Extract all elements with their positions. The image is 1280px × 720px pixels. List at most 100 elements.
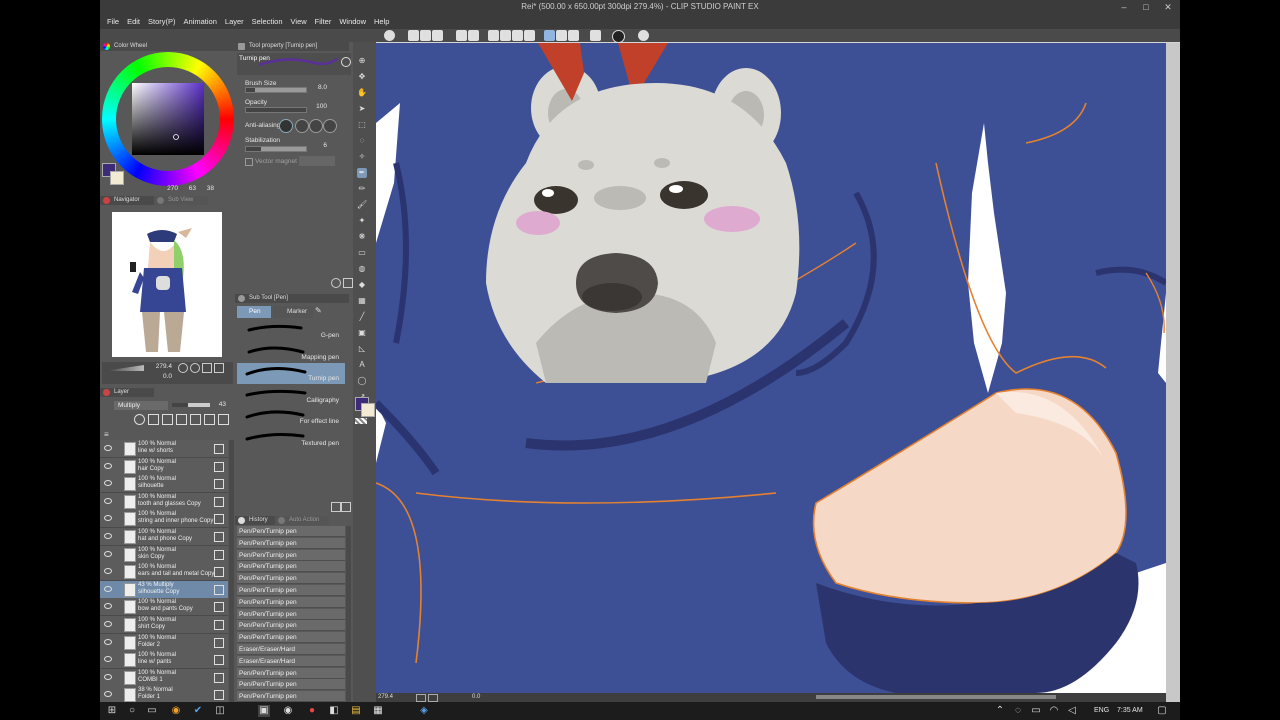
menu-view[interactable]: View (287, 14, 311, 29)
layer-visibility-icon[interactable] (104, 568, 112, 575)
blend-tool-icon[interactable]: ◍ (357, 264, 367, 274)
gradient-tool-icon[interactable]: ▦ (357, 296, 367, 306)
menu-window[interactable]: Window (335, 14, 370, 29)
history-item[interactable]: Pen/Pen/Turnip pen (237, 549, 345, 561)
layer-row[interactable]: 100 % Normal hair Copy (100, 457, 228, 476)
brush-item[interactable]: For effect line (237, 406, 345, 427)
canvas-vertical-scrollbar[interactable] (1166, 43, 1180, 702)
app-icon-4[interactable]: ▦ (372, 705, 384, 717)
clear-icon[interactable] (488, 30, 499, 41)
history-item[interactable]: Pen/Pen/Turnip pen (237, 608, 345, 620)
blend-mode-select[interactable]: Multiply (114, 401, 168, 410)
stabilization-slider[interactable] (245, 146, 307, 152)
toolbar-sub-color[interactable] (361, 403, 375, 417)
app-icon-1[interactable]: ◫ (214, 705, 226, 717)
snap-special-ruler-icon[interactable] (556, 30, 567, 41)
crop-icon[interactable] (524, 30, 535, 41)
brush-item[interactable]: G-pen (237, 320, 345, 341)
anti-aliasing-none-icon[interactable] (279, 119, 293, 133)
tool-property-tab[interactable]: Tool property [Turnip pen] (235, 42, 349, 51)
layer-row[interactable]: 100 % Normal line w/ shorts (100, 440, 228, 458)
history-item[interactable]: Pen/Pen/Turnip pen (237, 691, 345, 702)
tray-chevron-icon[interactable]: ⌃ (994, 705, 1006, 717)
layer-row[interactable]: 100 % Normal Folder 2 (100, 633, 228, 652)
deselect-icon[interactable] (512, 30, 523, 41)
sub-tool-tab[interactable]: Sub Tool [Pen] (235, 294, 349, 303)
layer-row[interactable]: 100 % Normal ears and tail and metal Copy (100, 563, 228, 582)
history-item[interactable]: Pen/Pen/Turnip pen (237, 620, 345, 632)
menu-selection[interactable]: Selection (248, 14, 287, 29)
text-tool-icon[interactable]: A (357, 360, 367, 370)
sub-color-swatch[interactable] (110, 171, 124, 185)
layer-property-icon[interactable] (214, 549, 224, 560)
layer-visibility-icon[interactable] (104, 480, 112, 487)
lock-transparency-icon[interactable] (190, 414, 201, 425)
layer-property-icon[interactable] (214, 496, 224, 507)
airbrush-tool-icon[interactable]: ✦ (357, 216, 367, 226)
lasso-tool-icon[interactable]: ◌ (357, 136, 367, 146)
layer-opacity-slider[interactable] (172, 403, 210, 407)
eraser-tool-icon[interactable]: ▭ (357, 248, 367, 258)
tasks-icon[interactable]: ✔ (192, 705, 204, 717)
windows-start-icon[interactable]: ⊞ (106, 705, 118, 717)
auto-select-tool-icon[interactable]: ✧ (357, 152, 367, 162)
transparent-color-icon[interactable] (355, 418, 367, 424)
history-item[interactable]: Eraser/Eraser/Hard (237, 655, 345, 667)
reference-layer-icon[interactable] (148, 414, 159, 425)
layer-row[interactable]: 100 % Normal COMBI 1 (100, 668, 228, 687)
menu-story[interactable]: Story(P) (144, 14, 180, 29)
layer-property-icon[interactable] (214, 655, 224, 666)
snap-ruler-icon[interactable] (544, 30, 555, 41)
sub-view-tab[interactable]: Sub View (154, 196, 208, 205)
clip-studio-icon[interactable] (384, 30, 395, 41)
fit-icon[interactable] (202, 363, 212, 373)
layer-scrollbar[interactable] (229, 440, 234, 702)
menu-edit[interactable]: Edit (123, 14, 144, 29)
layer-property-icon[interactable] (214, 690, 224, 701)
flip-horizontal-icon[interactable] (214, 363, 224, 373)
history-item[interactable]: Pen/Pen/Turnip pen (237, 561, 345, 573)
mask-icon[interactable] (204, 414, 215, 425)
layer-property-icon[interactable] (214, 602, 224, 613)
menu-animation[interactable]: Animation (180, 14, 221, 29)
anti-aliasing-medium-icon[interactable] (309, 119, 323, 133)
menu-filter[interactable]: Filter (311, 14, 336, 29)
layer-property-icon[interactable] (214, 532, 224, 542)
frame-tool-icon[interactable]: ▣ (357, 328, 367, 338)
brush-item[interactable]: Turnip pen (237, 363, 345, 384)
file-explorer-icon[interactable]: ▤ (350, 705, 362, 717)
layer-property-icon[interactable] (214, 514, 224, 525)
layer-visibility-icon[interactable] (104, 638, 112, 645)
info-icon[interactable] (612, 30, 625, 43)
history-item[interactable]: Pen/Pen/Turnip pen (237, 667, 345, 679)
figure-tool-icon[interactable]: ╱ (357, 312, 367, 322)
layer-menu-icon[interactable]: ≡ (104, 430, 114, 439)
menu-help[interactable]: Help (370, 14, 393, 29)
tray-network-icon[interactable]: ◌ (1012, 705, 1024, 717)
new-subtool-icon[interactable] (331, 502, 341, 512)
layer-visibility-icon[interactable] (104, 673, 112, 680)
layer-visibility-icon[interactable] (104, 550, 112, 557)
layer-visibility-icon[interactable] (104, 462, 112, 469)
app-icon-3[interactable]: ◧ (328, 705, 340, 717)
layer-visibility-icon[interactable] (104, 585, 112, 592)
marker-group-tab[interactable]: Marker (273, 306, 313, 318)
layer-visibility-icon[interactable] (104, 691, 112, 698)
pen-group-tab[interactable]: Pen (237, 306, 271, 318)
history-item[interactable]: Pen/Pen/Turnip pen (237, 632, 345, 644)
layer-row[interactable]: 100 % Normal skin Copy (100, 545, 228, 564)
search-icon[interactable]: ○ (126, 705, 138, 717)
clip-layer-icon[interactable] (134, 414, 145, 425)
notification-icon[interactable]: ▢ (1156, 705, 1168, 717)
undo-icon[interactable] (456, 30, 467, 41)
decoration-tool-icon[interactable]: ❋ (357, 232, 367, 242)
canvas[interactable] (376, 43, 1166, 693)
app-icon-5[interactable]: ◈ (418, 705, 430, 717)
selection-tool-icon[interactable]: ⬚ (357, 120, 367, 130)
status-zoom-in-icon[interactable] (428, 694, 438, 702)
history-item[interactable]: Pen/Pen/Turnip pen (237, 526, 345, 537)
layer-property-icon[interactable] (214, 444, 224, 454)
task-view-icon[interactable]: ▭ (146, 705, 158, 717)
hand-tool-icon[interactable]: ✋ (357, 88, 367, 98)
layer-property-icon[interactable] (214, 620, 224, 630)
